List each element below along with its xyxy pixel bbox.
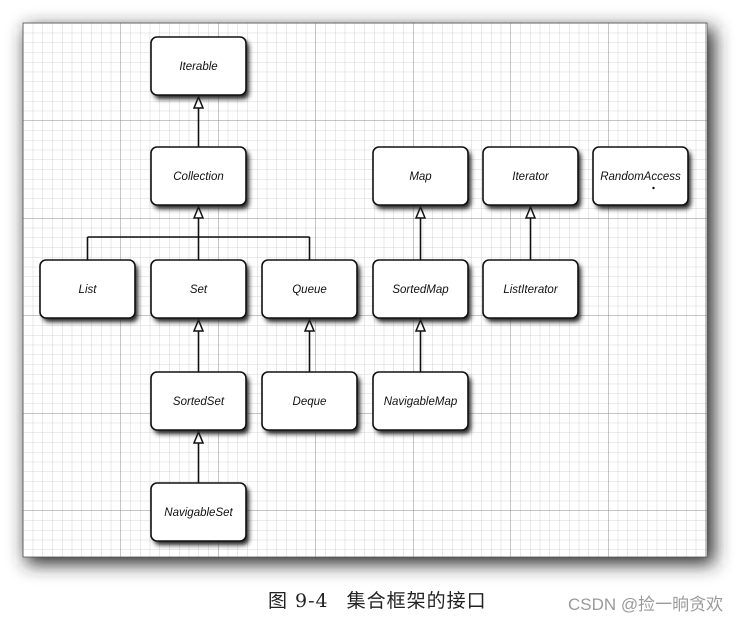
stray-dot: [652, 186, 655, 190]
interface-node-deque: Deque: [261, 371, 360, 434]
caption-number: 图 9-4: [268, 590, 329, 612]
interface-node-sortedset: SortedSet: [150, 371, 249, 434]
node-label: SortedMap: [392, 284, 449, 296]
watermark: CSDN @捡一晌贪欢: [568, 595, 724, 614]
figure-caption: 图 9-4 集合框架的接口: [268, 586, 487, 613]
interface-node-navigableset: NavigableSet: [150, 482, 249, 545]
interface-node-list: List: [39, 259, 138, 322]
node-label: Iterable: [179, 61, 217, 73]
node-label: ListIterator: [503, 284, 558, 296]
node-label: NavigableSet: [164, 507, 233, 519]
node-label: NavigableMap: [384, 396, 458, 408]
collection-interfaces-diagram: Iterable Collection Map Iterator RandomAcces…: [22, 22, 714, 564]
interface-node-set: Set: [150, 259, 249, 322]
node-label: Iterator: [512, 171, 550, 183]
node-label: Map: [409, 171, 432, 183]
node-label: Queue: [292, 284, 327, 296]
node-label: Deque: [293, 396, 327, 408]
interface-node-iterable: Iterable: [150, 36, 249, 99]
interface-node-sortedmap: SortedMap: [372, 259, 471, 322]
interface-node-randomaccess: RandomAccess: [592, 146, 691, 209]
figure: Iterable Collection Map Iterator RandomAcces…: [0, 0, 737, 621]
interface-node-map: Map: [372, 146, 471, 209]
interface-node-navigablemap: NavigableMap: [372, 371, 471, 434]
node-label: Set: [190, 284, 208, 296]
node-label: SortedSet: [173, 396, 225, 408]
node-label: List: [79, 284, 98, 296]
interface-node-iterator: Iterator: [482, 146, 581, 209]
node-label: RandomAccess: [600, 171, 681, 183]
node-label: Collection: [173, 171, 224, 183]
interface-node-collection: Collection: [150, 146, 249, 209]
interface-node-listiterator: ListIterator: [482, 259, 581, 322]
caption-text: 集合框架的接口: [346, 590, 487, 612]
interface-node-queue: Queue: [261, 259, 360, 322]
